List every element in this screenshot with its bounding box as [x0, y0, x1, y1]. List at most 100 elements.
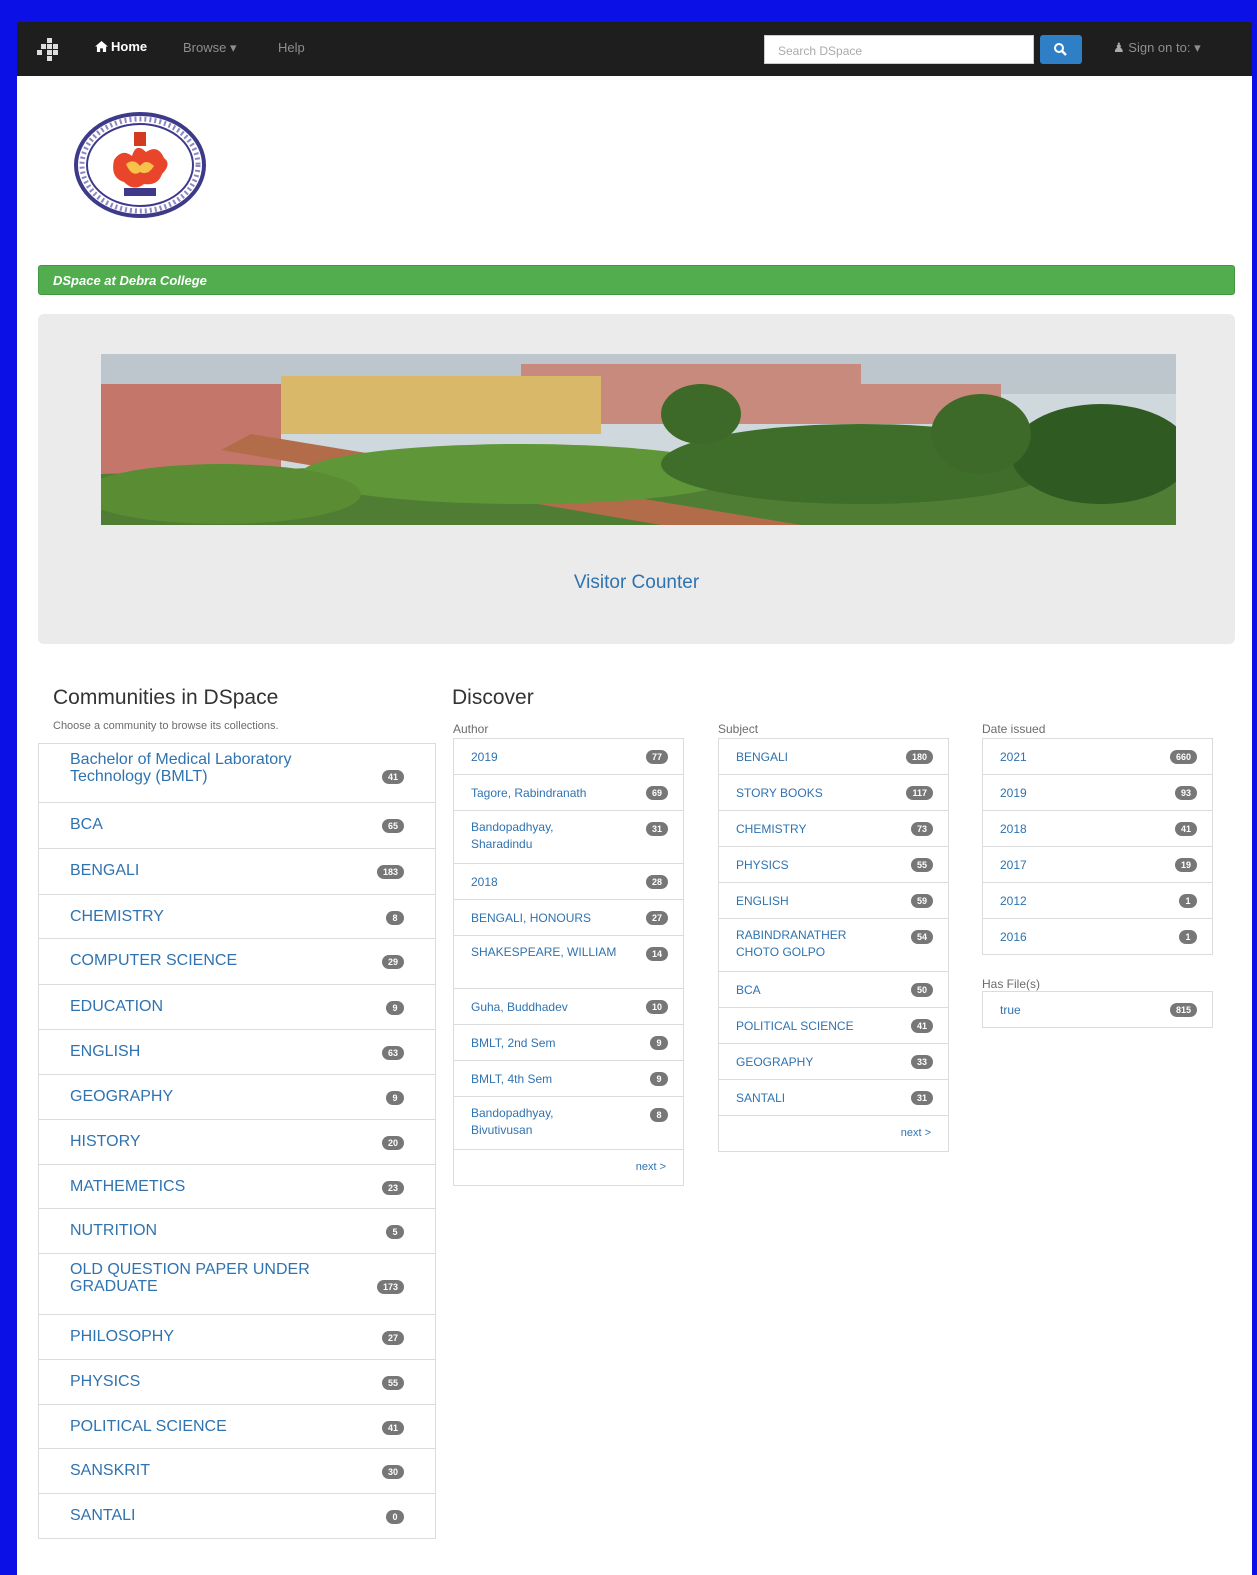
facet-item[interactable]: RABINDRANATHER CHOTO GOLPO 54 [718, 918, 949, 972]
facet-item[interactable]: true 815 [982, 991, 1213, 1028]
count-badge: 20 [381, 1136, 404, 1150]
sign-in-label: Sign on to: [1128, 40, 1191, 55]
nav-browse-label: Browse [183, 40, 227, 55]
facet-label: CHEMISTRY [736, 822, 807, 836]
facet-item[interactable]: BENGALI, HONOURS 27 [453, 899, 684, 936]
community-item[interactable]: BCA 65 [38, 802, 436, 849]
facet-item[interactable]: GEOGRAPHY 33 [718, 1043, 949, 1080]
has-files-facet: true 815 [982, 991, 1213, 1028]
count-badge: 19 [1174, 858, 1197, 872]
count-badge: 117 [906, 786, 933, 800]
facet-item[interactable]: PHYSICS 55 [718, 846, 949, 883]
facet-item[interactable]: 2012 1 [982, 882, 1213, 919]
count-badge: 9 [386, 1001, 404, 1015]
community-label: MATHEMETICS [70, 1178, 186, 1195]
count-badge: 9 [650, 1036, 668, 1050]
community-item[interactable]: SANSKRIT 30 [38, 1448, 436, 1494]
facet-label: 2017 [1000, 858, 1027, 872]
facet-item[interactable]: CHEMISTRY 73 [718, 810, 949, 847]
search-icon [1054, 43, 1067, 56]
count-badge: 10 [645, 1000, 668, 1014]
community-item[interactable]: HISTORY 20 [38, 1119, 436, 1165]
facet-item[interactable]: BCA 50 [718, 971, 949, 1008]
count-badge: 173 [376, 1280, 404, 1294]
facet-item[interactable]: POLITICAL SCIENCE 41 [718, 1007, 949, 1044]
community-item[interactable]: PHYSICS 55 [38, 1359, 436, 1405]
facet-item[interactable]: SHAKESPEARE, WILLIAM 14 [453, 935, 684, 989]
breadcrumb[interactable]: DSpace at Debra College [38, 265, 1235, 295]
facet-label: true [1000, 1003, 1021, 1017]
count-badge: 1 [1179, 894, 1197, 908]
community-item[interactable]: MATHEMETICS 23 [38, 1164, 436, 1209]
search-input[interactable]: Search DSpace [764, 35, 1034, 64]
visitor-counter-link[interactable]: Visitor Counter [38, 572, 1235, 594]
facet-label: Bandopadhyay, Bivutivusan [471, 1106, 554, 1137]
facet-label: Bandopadhyay, Sharadindu [471, 820, 554, 851]
count-badge: 33 [910, 1055, 933, 1069]
community-label: NUTRITION [70, 1222, 158, 1239]
facet-item[interactable]: 2019 93 [982, 774, 1213, 811]
facet-next-link[interactable]: next > [718, 1115, 949, 1152]
facet-item[interactable]: Bandopadhyay, Sharadindu 31 [453, 810, 684, 864]
page-frame: Home Browse ▾ Help Search DSpace ♟ Sign … [17, 22, 1252, 1575]
community-item[interactable]: CHEMISTRY 8 [38, 894, 436, 939]
nav-help-link[interactable]: Help [278, 40, 305, 55]
community-item[interactable]: BENGALI 183 [38, 848, 436, 895]
facet-item[interactable]: ENGLISH 59 [718, 882, 949, 919]
community-item[interactable]: ENGLISH 63 [38, 1029, 436, 1075]
facet-label: BENGALI [736, 750, 789, 764]
community-item[interactable]: SANTALI 0 [38, 1493, 436, 1539]
facet-item[interactable]: 2021 660 [982, 738, 1213, 775]
community-item[interactable]: OLD QUESTION PAPER UNDER GRADUATE 173 [38, 1253, 436, 1315]
community-item[interactable]: EDUCATION 9 [38, 984, 436, 1030]
facet-label: BMLT, 4th Sem [471, 1072, 553, 1086]
community-label: COMPUTER SCIENCE [70, 952, 238, 969]
facet-item[interactable]: 2018 28 [453, 863, 684, 900]
home-icon [95, 41, 108, 52]
facet-item[interactable]: 2017 19 [982, 846, 1213, 883]
community-label: HISTORY [70, 1133, 141, 1150]
facet-item[interactable]: BMLT, 2nd Sem 9 [453, 1024, 684, 1061]
facet-next-link[interactable]: next > [453, 1149, 684, 1186]
facet-label: 2019 [471, 750, 498, 764]
community-item[interactable]: POLITICAL SCIENCE 41 [38, 1404, 436, 1449]
sign-in-dropdown[interactable]: ♟ Sign on to: ▾ [1113, 40, 1201, 56]
count-badge: 55 [910, 858, 933, 872]
search-button[interactable] [1040, 35, 1082, 64]
community-item[interactable]: NUTRITION 5 [38, 1208, 436, 1254]
nav-browse-dropdown[interactable]: Browse ▾ [183, 40, 237, 56]
community-label: SANSKRIT [70, 1462, 151, 1479]
user-icon: ♟ [1113, 40, 1125, 55]
facet-item[interactable]: Guha, Buddhadev 10 [453, 988, 684, 1025]
author-facet-heading: Author [453, 722, 489, 736]
count-badge: 59 [910, 894, 933, 908]
community-item[interactable]: Bachelor of Medical Laboratory Technolog… [38, 743, 436, 803]
subject-facet: BENGALI 180 STORY BOOKS 117 CHEMISTRY 73 PHYSI… [718, 738, 949, 1152]
nav-home-link[interactable]: Home [95, 39, 147, 54]
facet-label: STORY BOOKS [736, 786, 823, 800]
count-badge: 30 [381, 1465, 404, 1479]
caret-down-icon: ▾ [229, 40, 237, 55]
dspace-logo-icon[interactable] [37, 38, 63, 61]
community-label: POLITICAL SCIENCE [70, 1418, 227, 1435]
community-item[interactable]: COMPUTER SCIENCE 29 [38, 938, 436, 985]
community-item[interactable]: PHILOSOPHY 27 [38, 1314, 436, 1360]
facet-item[interactable]: 2016 1 [982, 918, 1213, 955]
facet-item[interactable]: STORY BOOKS 117 [718, 774, 949, 811]
community-item[interactable]: GEOGRAPHY 9 [38, 1074, 436, 1120]
count-badge: 31 [645, 822, 668, 836]
count-badge: 69 [645, 786, 668, 800]
facet-item[interactable]: 2018 41 [982, 810, 1213, 847]
facet-item[interactable]: 2019 77 [453, 738, 684, 775]
facet-item[interactable]: SANTALI 31 [718, 1079, 949, 1116]
facet-item[interactable]: BENGALI 180 [718, 738, 949, 775]
count-badge: 180 [905, 750, 933, 764]
facet-item[interactable]: Bandopadhyay, Bivutivusan 8 [453, 1096, 684, 1150]
community-label: PHILOSOPHY [70, 1328, 175, 1345]
facet-label: 2018 [1000, 822, 1027, 836]
has-files-facet-heading: Has File(s) [982, 977, 1041, 991]
facet-item[interactable]: Tagore, Rabindranath 69 [453, 774, 684, 811]
count-badge: 41 [1174, 822, 1197, 836]
count-badge: 23 [381, 1181, 404, 1195]
facet-item[interactable]: BMLT, 4th Sem 9 [453, 1060, 684, 1097]
